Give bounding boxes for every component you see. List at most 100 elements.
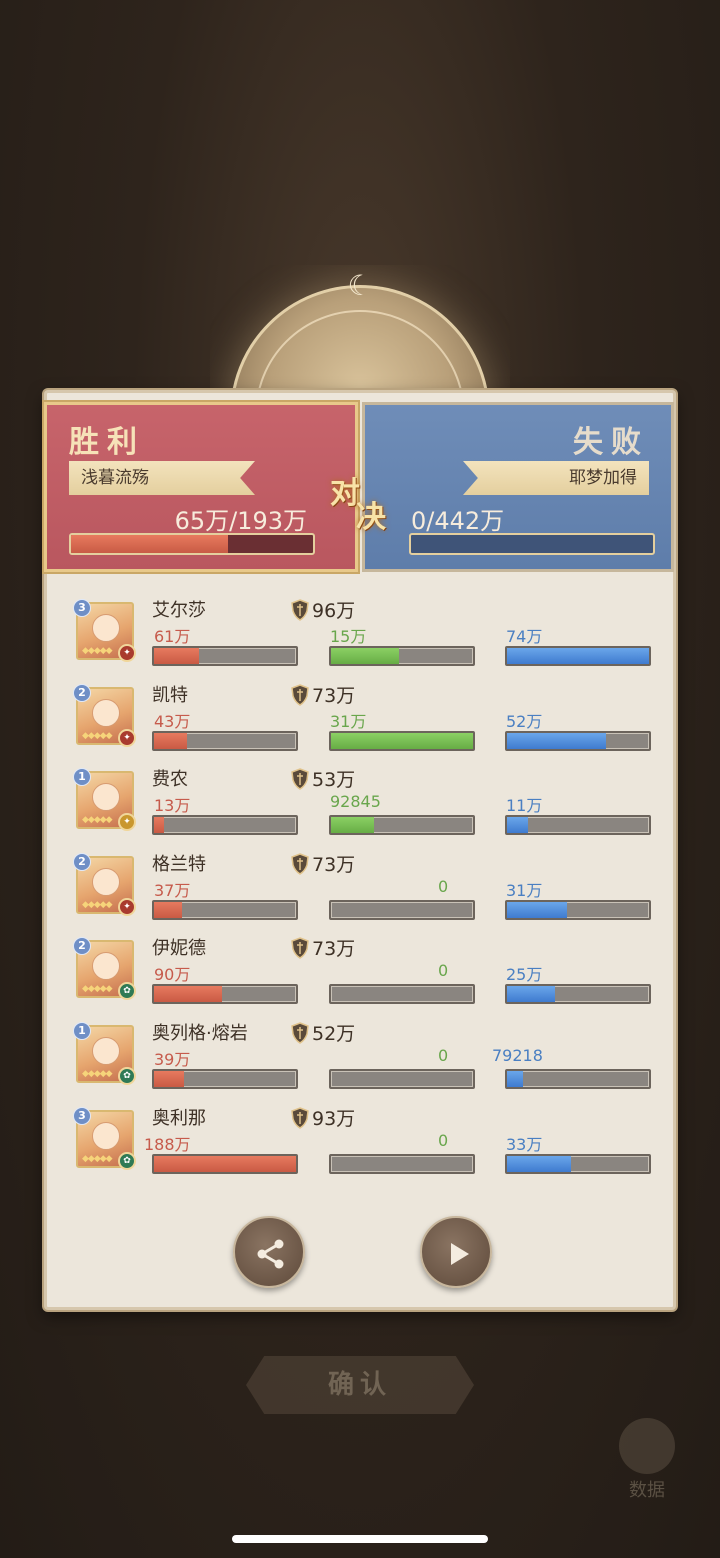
confirm-button[interactable]: 确认 (246, 1356, 474, 1414)
tank-bar-fill (507, 1070, 523, 1087)
heal-value: 0 (438, 961, 449, 981)
star-rank-icon: ◆◆◆◆◆ (82, 646, 113, 656)
damage-value: 43万 (154, 711, 191, 731)
heal-bar (329, 815, 475, 836)
damage-bar (152, 984, 298, 1005)
heal-bar-fill (331, 817, 374, 834)
hero-avatar[interactable]: ◆◆◆◆◆ ✦ 3 (73, 599, 136, 662)
win-progress-bar (69, 533, 315, 555)
hero-row[interactable]: ◆◆◆◆◆ ✿ 2 伊妮德 73万 90万 0 25万 (73, 934, 656, 1019)
tank-bar (505, 815, 651, 836)
versus-char-2: 决 (356, 500, 386, 535)
star-rank-icon: ◆◆◆◆◆ (82, 815, 113, 826)
faction-icon: ✿ (118, 1151, 136, 1170)
win-progress-fill (71, 535, 229, 553)
shield-power-icon (291, 852, 309, 875)
shield-power-icon (291, 937, 309, 960)
damage-bar-fill (154, 986, 223, 1003)
damage-value: 37万 (154, 880, 191, 900)
hero-avatar[interactable]: ◆◆◆◆◆ ✿ 2 (73, 937, 136, 1001)
heal-value: 0 (438, 876, 449, 896)
tank-value: 74万 (506, 627, 543, 646)
hero-avatar[interactable]: ◆◆◆◆◆ ✿ 1 (73, 1021, 136, 1085)
damage-bar (152, 730, 298, 751)
hero-power-value: 73万 (312, 938, 356, 961)
star-rank-icon: ◆◆◆◆◆ (82, 899, 113, 910)
hero-power: 52万 (290, 1019, 355, 1046)
hero-level-badge: 2 (73, 683, 91, 702)
faction-icon: ✦ (118, 728, 136, 747)
hero-name: 费农 (152, 769, 188, 791)
hero-level-badge: 3 (73, 599, 91, 617)
heal-value: 92845 (330, 792, 381, 812)
damage-bar (152, 1068, 298, 1089)
tank-bar-fill (507, 901, 567, 918)
damage-value: 39万 (154, 1049, 191, 1069)
damage-value: 90万 (154, 965, 191, 985)
lose-team-card: 失败 耶梦加得 0/442万 (362, 402, 674, 572)
share-icon (257, 1239, 284, 1269)
hero-portrait-icon (92, 698, 120, 727)
hero-portrait-icon (92, 783, 120, 812)
hero-row[interactable]: ◆◆◆◆◆ ✿ 1 奥列格·熔岩 52万 39万 0 79218 (73, 1019, 656, 1104)
share-button[interactable] (233, 1216, 305, 1288)
replay-button[interactable] (420, 1216, 492, 1288)
damage-bar (152, 815, 298, 836)
win-title: 胜利 (69, 425, 145, 460)
hero-name: 艾尔莎 (152, 600, 206, 621)
data-button-label: 数据 (629, 1480, 665, 1501)
hero-avatar[interactable]: ◆◆◆◆◆ ✦ 2 (73, 852, 136, 916)
hero-row[interactable]: ◆◆◆◆◆ ✦ 2 凯特 73万 43万 31万 52万 (73, 681, 656, 766)
hero-power-value: 93万 (312, 1107, 356, 1130)
data-button[interactable]: 数据 (612, 1418, 682, 1504)
hero-name: 伊妮德 (152, 938, 206, 960)
hero-portrait-icon (92, 952, 120, 981)
hero-power: 73万 (290, 934, 355, 961)
heal-bar-fill (331, 648, 400, 664)
faction-icon: ✦ (118, 813, 136, 832)
tank-value: 79218 (492, 1045, 543, 1065)
hero-avatar[interactable]: ◆◆◆◆◆ ✦ 1 (73, 768, 136, 832)
heal-bar (329, 646, 475, 666)
hero-portrait-icon (92, 1036, 120, 1065)
heal-bar (329, 1068, 475, 1089)
hero-avatar[interactable]: ◆◆◆◆◆ ✿ 3 (73, 1106, 136, 1170)
star-rank-icon: ◆◆◆◆◆ (82, 730, 113, 741)
hero-power-value: 53万 (312, 769, 356, 792)
faction-icon: ✿ (118, 982, 136, 1001)
tank-bar (505, 984, 651, 1005)
tank-bar-fill (507, 986, 556, 1003)
hero-level-badge: 3 (73, 1106, 91, 1125)
hero-name: 格兰特 (152, 853, 206, 875)
damage-bar-fill (154, 1070, 184, 1087)
heal-bar (329, 1153, 475, 1174)
hero-level-badge: 1 (73, 768, 91, 787)
tank-value: 11万 (506, 796, 543, 816)
hero-row[interactable]: ◆◆◆◆◆ ✦ 1 费农 53万 13万 92845 11万 (73, 765, 656, 850)
hero-avatar[interactable]: ◆◆◆◆◆ ✦ 2 (73, 683, 136, 747)
shield-power-icon (291, 599, 309, 621)
damage-value: 61万 (154, 627, 191, 646)
damage-bar-fill (154, 1155, 296, 1172)
play-icon (451, 1243, 469, 1265)
hero-row[interactable]: ◆◆◆◆◆ ✦ 2 格兰特 73万 37万 0 31万 (73, 850, 656, 935)
hero-level-badge: 1 (73, 1021, 91, 1040)
damage-bar-fill (154, 648, 200, 664)
hero-row[interactable]: ◆◆◆◆◆ ✿ 3 奥利那 93万 188万 0 33万 (73, 1104, 656, 1189)
star-rank-icon: ◆◆◆◆◆ (82, 1153, 113, 1164)
hero-power-value: 52万 (312, 1022, 356, 1045)
hero-power-value: 73万 (312, 853, 356, 876)
lose-score: 0/442万 (411, 507, 505, 535)
hero-name: 奥列格·熔岩 (152, 1022, 248, 1044)
shield-power-icon (291, 768, 309, 791)
heal-value: 0 (438, 1045, 449, 1065)
home-indicator[interactable] (232, 1535, 488, 1543)
tank-bar-fill (507, 732, 607, 749)
hero-power: 73万 (290, 850, 355, 877)
tank-bar-fill (507, 1155, 571, 1172)
hero-row[interactable]: ◆◆◆◆◆ ✦ 3 艾尔莎 96万 61万 15万 74万 (73, 596, 656, 681)
lose-player-name: 耶梦加得 (463, 461, 649, 495)
hero-portrait-icon (92, 614, 120, 642)
win-score: 65万/193万 (174, 507, 307, 535)
faction-icon: ✦ (118, 644, 136, 662)
